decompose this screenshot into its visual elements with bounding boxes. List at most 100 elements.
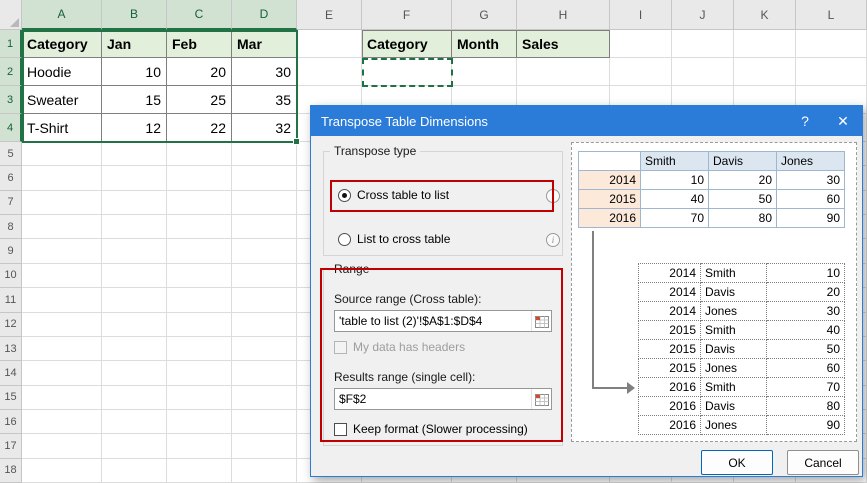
column-header-J[interactable]: J [672,0,734,30]
column-header-A[interactable]: A [22,0,102,30]
cell-B10[interactable] [102,263,167,289]
cell-B7[interactable] [102,190,167,216]
row-header-14[interactable]: 14 [0,361,22,386]
cell-C2[interactable]: 20 [167,58,232,86]
cell-D3[interactable]: 35 [232,86,297,114]
info-icon[interactable]: i [546,189,560,203]
cell-C4[interactable]: 22 [167,114,232,142]
row-header-9[interactable]: 9 [0,239,22,264]
cell-B18[interactable] [102,458,167,483]
cell-C9[interactable] [167,239,232,264]
cell-D14[interactable] [232,361,297,386]
cell-B3[interactable]: 15 [102,86,167,114]
info-icon[interactable]: i [546,233,560,247]
cell-C14[interactable] [167,361,232,386]
row-header-10[interactable]: 10 [0,263,22,289]
cell-J2[interactable] [672,58,734,86]
row-header-2[interactable]: 2 [0,58,22,86]
radio-list-to-cross-table[interactable]: List to cross table [338,232,450,246]
column-header-L[interactable]: L [796,0,867,30]
cell-D1[interactable]: Mar [232,30,297,58]
cell-B14[interactable] [102,361,167,386]
fill-handle[interactable] [293,138,300,145]
row-header-4[interactable]: 4 [0,114,22,142]
cell-D15[interactable] [232,385,297,410]
help-icon[interactable]: ? [786,106,824,136]
cell-A17[interactable] [22,434,102,459]
row-header-3[interactable]: 3 [0,86,22,114]
dialog-titlebar[interactable]: Transpose Table Dimensions ? ✕ [311,106,862,136]
cell-D18[interactable] [232,458,297,483]
cell-C18[interactable] [167,458,232,483]
cell-A8[interactable] [22,215,102,240]
checkbox-keep-format[interactable]: Keep format (Slower processing) [334,422,528,436]
column-header-E[interactable]: E [297,0,362,30]
column-header-F[interactable]: F [362,0,452,30]
column-header-G[interactable]: G [452,0,517,30]
cell-F2[interactable] [362,58,452,86]
cell-D12[interactable] [232,312,297,337]
cell-C13[interactable] [167,336,232,362]
cell-B15[interactable] [102,385,167,410]
cell-A14[interactable] [22,361,102,386]
cell-A5[interactable] [22,142,102,167]
cell-D7[interactable] [232,190,297,216]
cell-A18[interactable] [22,458,102,483]
cell-D6[interactable] [232,166,297,191]
cell-K1[interactable] [734,30,796,58]
cell-C15[interactable] [167,385,232,410]
row-header-8[interactable]: 8 [0,215,22,240]
cell-C16[interactable] [167,409,232,435]
row-header-18[interactable]: 18 [0,458,22,483]
cell-C8[interactable] [167,215,232,240]
cell-B2[interactable]: 10 [102,58,167,86]
cell-A1[interactable]: Category [22,30,102,58]
cell-E2[interactable] [297,58,362,86]
cell-D4[interactable]: 32 [232,114,297,142]
cell-C11[interactable] [167,288,232,313]
cell-H1[interactable]: Sales [517,30,610,58]
cell-B17[interactable] [102,434,167,459]
range-picker-icon[interactable] [531,311,551,331]
cell-H2[interactable] [517,58,610,86]
cell-D16[interactable] [232,409,297,435]
cancel-button[interactable]: Cancel [787,450,859,475]
cell-E1[interactable] [297,30,362,58]
cell-A11[interactable] [22,288,102,313]
column-header-K[interactable]: K [734,0,796,30]
cell-C12[interactable] [167,312,232,337]
row-header-11[interactable]: 11 [0,288,22,313]
cell-A12[interactable] [22,312,102,337]
cell-I2[interactable] [610,58,672,86]
cell-C1[interactable]: Feb [167,30,232,58]
cell-L1[interactable] [796,30,867,58]
cell-A15[interactable] [22,385,102,410]
cell-C6[interactable] [167,166,232,191]
row-header-15[interactable]: 15 [0,385,22,410]
cell-B6[interactable] [102,166,167,191]
row-header-7[interactable]: 7 [0,190,22,216]
cell-A2[interactable]: Hoodie [22,58,102,86]
column-header-C[interactable]: C [167,0,232,30]
cell-A6[interactable] [22,166,102,191]
column-header-D[interactable]: D [232,0,297,30]
cell-B8[interactable] [102,215,167,240]
cell-A4[interactable]: T-Shirt [22,114,102,142]
range-picker-icon[interactable] [531,389,551,409]
cell-J1[interactable] [672,30,734,58]
row-header-5[interactable]: 5 [0,142,22,167]
cell-B12[interactable] [102,312,167,337]
cell-B5[interactable] [102,142,167,167]
cell-D8[interactable] [232,215,297,240]
row-header-12[interactable]: 12 [0,312,22,337]
cell-B16[interactable] [102,409,167,435]
column-header-H[interactable]: H [517,0,610,30]
results-range-input[interactable] [335,392,531,406]
cell-A10[interactable] [22,263,102,289]
cell-G2[interactable] [452,58,517,86]
cell-B11[interactable] [102,288,167,313]
cell-D9[interactable] [232,239,297,264]
cell-D2[interactable]: 30 [232,58,297,86]
cell-C5[interactable] [167,142,232,167]
cell-D5[interactable] [232,142,297,167]
